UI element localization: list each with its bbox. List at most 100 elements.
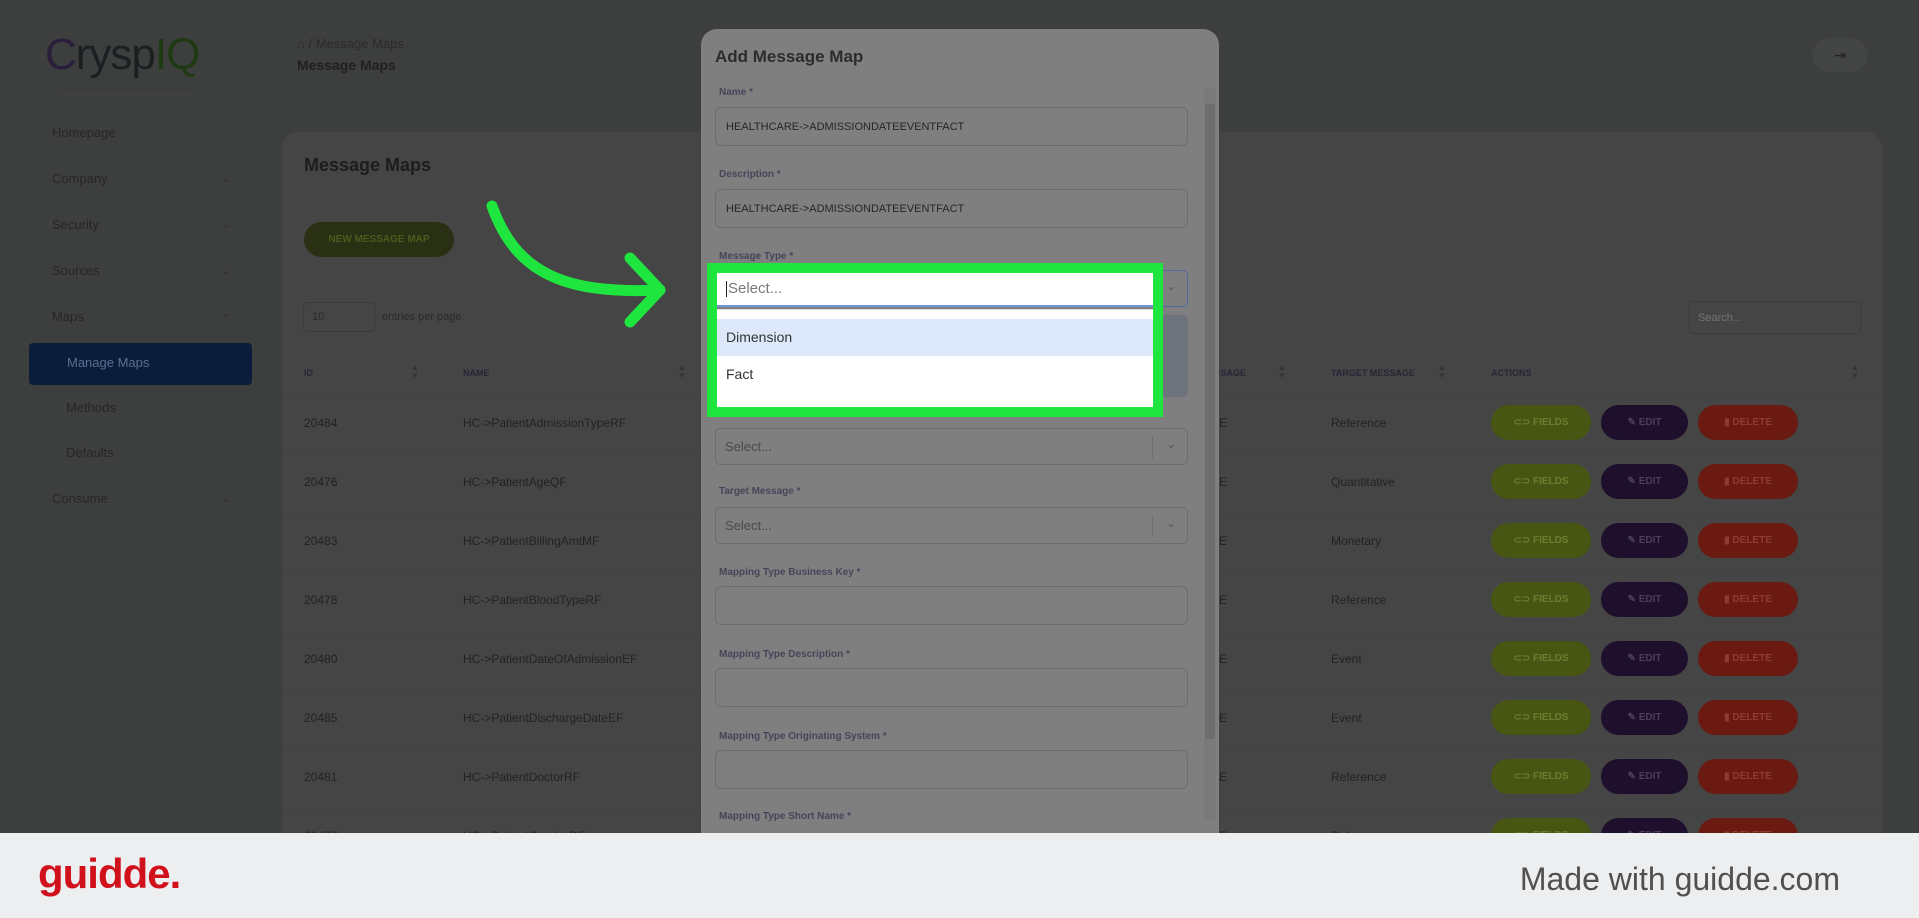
cell-name: HC->PatientAgeQF [463,475,567,489]
edit-button[interactable]: ✎ EDIT [1601,582,1688,617]
sidebar-item-manage-maps[interactable]: Manage Maps [29,343,252,385]
edit-button[interactable]: ✎ EDIT [1601,464,1688,499]
link-icon: ⊂⊃ [1513,653,1531,664]
business-key-input[interactable] [715,586,1188,625]
cell-target-message: Monetary [1331,534,1382,548]
divider [60,94,190,95]
originating-system-input[interactable] [715,750,1188,789]
short-name-label: Mapping Type Short Name * [719,811,852,822]
cell-target-message: Reference [1331,593,1387,607]
cell-target-message: Event [1331,711,1362,725]
column-header-name[interactable]: NAME [463,368,490,378]
entries-label: entries per page [382,311,462,323]
page-title: Message Maps [297,57,396,73]
sidebar-item-company[interactable]: Company [52,171,108,186]
mapping-description-input[interactable] [715,668,1188,707]
cell-name: HC->PatientBloodTypeRF [463,593,602,607]
edit-button[interactable]: ✎ EDIT [1601,759,1688,794]
trash-icon: ▮ [1724,476,1730,487]
entries-per-page-select[interactable]: 10 [303,302,375,332]
fields-button[interactable]: ⊂⊃ FIELDS [1491,464,1591,499]
column-header-actions: ACTIONS [1491,368,1532,378]
edit-button[interactable]: ✎ EDIT [1601,641,1688,676]
column-header-id[interactable]: ID [304,368,313,378]
fields-button[interactable]: ⊂⊃ FIELDS [1491,641,1591,676]
name-label: Name * [719,87,753,98]
sidebar-item-defaults[interactable]: Defaults [66,445,114,460]
cell-target-message: Event [1331,652,1362,666]
description-input[interactable]: HEALTHCARE->ADMISSIONDATEEVENTFACT [715,189,1188,228]
delete-button[interactable]: ▮ DELETE [1698,523,1798,558]
edit-button[interactable]: ✎ EDIT [1601,523,1688,558]
option-dimension[interactable]: Dimension [717,319,1153,356]
sort-icon[interactable]: ▲ ▼ [411,364,419,380]
pencil-icon: ✎ [1627,653,1636,664]
sort-icon[interactable]: ▲ ▼ [1851,364,1859,380]
sidebar-item-consume[interactable]: Consume [52,491,108,506]
pencil-icon: ✎ [1627,417,1636,428]
cell-target-message: Quantitative [1331,475,1396,489]
scrollbar-thumb[interactable] [1205,104,1215,739]
link-icon: ⊂⊃ [1513,712,1531,723]
fields-button[interactable]: ⊂⊃ FIELDS [1491,700,1591,735]
link-icon: ⊂⊃ [1513,594,1531,605]
sidebar-item-methods[interactable]: Methods [66,400,116,415]
delete-button[interactable]: ▮ DELETE [1698,759,1798,794]
delete-button[interactable]: ▮ DELETE [1698,464,1798,499]
breadcrumb-item[interactable]: Message Maps [316,36,404,51]
sidebar-item-security[interactable]: Security [52,217,99,232]
cell-name: HC->PatientDischargeDateEF [463,711,624,725]
edit-button[interactable]: ✎ EDIT [1601,405,1688,440]
source-message-select[interactable]: Select... ⌄ [715,428,1188,465]
sidebar-item-sources[interactable]: Sources [52,263,100,278]
chevron-down-icon: ⌄ [1165,279,1176,293]
sidebar-item-homepage[interactable]: Homepage [52,125,116,140]
cell-name: HC->PatientDoctorRF [463,770,581,784]
trash-icon: ▮ [1724,417,1730,428]
new-message-map-button[interactable]: NEW MESSAGE MAP [304,222,454,257]
cell-id: 20480 [304,652,338,666]
link-icon: ⊂⊃ [1513,771,1531,782]
delete-button[interactable]: ▮ DELETE [1698,582,1798,617]
cell-name: HC->PatientBillingAmtMF [463,534,600,548]
sort-icon[interactable]: ▲ ▼ [678,364,686,380]
description-label: Description * [719,169,781,180]
arrow-icon [486,200,666,328]
originating-system-label: Mapping Type Originating System * [719,731,887,742]
trash-icon: ▮ [1724,771,1730,782]
modal-title: Add Message Map [715,47,864,66]
chevron-down-icon: ⌄ [1165,437,1176,451]
delete-button[interactable]: ▮ DELETE [1698,700,1798,735]
delete-button[interactable]: ▮ DELETE [1698,405,1798,440]
chevron-down-icon: ⌄ [1165,516,1176,530]
fields-button[interactable]: ⊂⊃ FIELDS [1491,405,1591,440]
pencil-icon: ✎ [1627,476,1636,487]
logout-button[interactable]: ⇥ [1812,38,1868,72]
option-fact[interactable]: Fact [717,356,1153,393]
fields-button[interactable]: ⊂⊃ FIELDS [1491,582,1591,617]
chevron-down-icon: ⌄ [222,173,232,185]
sort-icon[interactable]: ▲ ▼ [1278,364,1286,380]
fields-button[interactable]: ⊂⊃ FIELDS [1491,759,1591,794]
logo: CryspIQ [45,30,200,79]
target-message-select[interactable]: Select... ⌄ [715,507,1188,544]
sort-icon[interactable]: ▲ ▼ [1438,364,1446,380]
delete-button[interactable]: ▮ DELETE [1698,641,1798,676]
column-header-target-message[interactable]: TARGET MESSAGE [1331,368,1415,378]
cell-id: 20478 [304,593,338,607]
search-input[interactable] [1689,301,1861,334]
edit-button[interactable]: ✎ EDIT [1601,700,1688,735]
home-icon[interactable]: ⌂ [297,36,305,51]
link-icon: ⊂⊃ [1513,417,1531,428]
guidde-logo: guidde. [38,850,181,897]
cell-target-message: Reference [1331,770,1387,784]
fields-button[interactable]: ⊂⊃ FIELDS [1491,523,1591,558]
card-title: Message Maps [304,155,432,175]
pencil-icon: ✎ [1627,535,1636,546]
sidebar-item-maps[interactable]: Maps [52,309,84,324]
message-type-input[interactable]: Select... [717,273,1153,307]
mapping-description-label: Mapping Type Description * [719,649,850,660]
target-message-label: Target Message * [719,486,801,497]
name-input[interactable]: HEALTHCARE->ADMISSIONDATEEVENTFACT [715,107,1188,146]
made-with-text: Made with guidde.com [1519,861,1840,897]
